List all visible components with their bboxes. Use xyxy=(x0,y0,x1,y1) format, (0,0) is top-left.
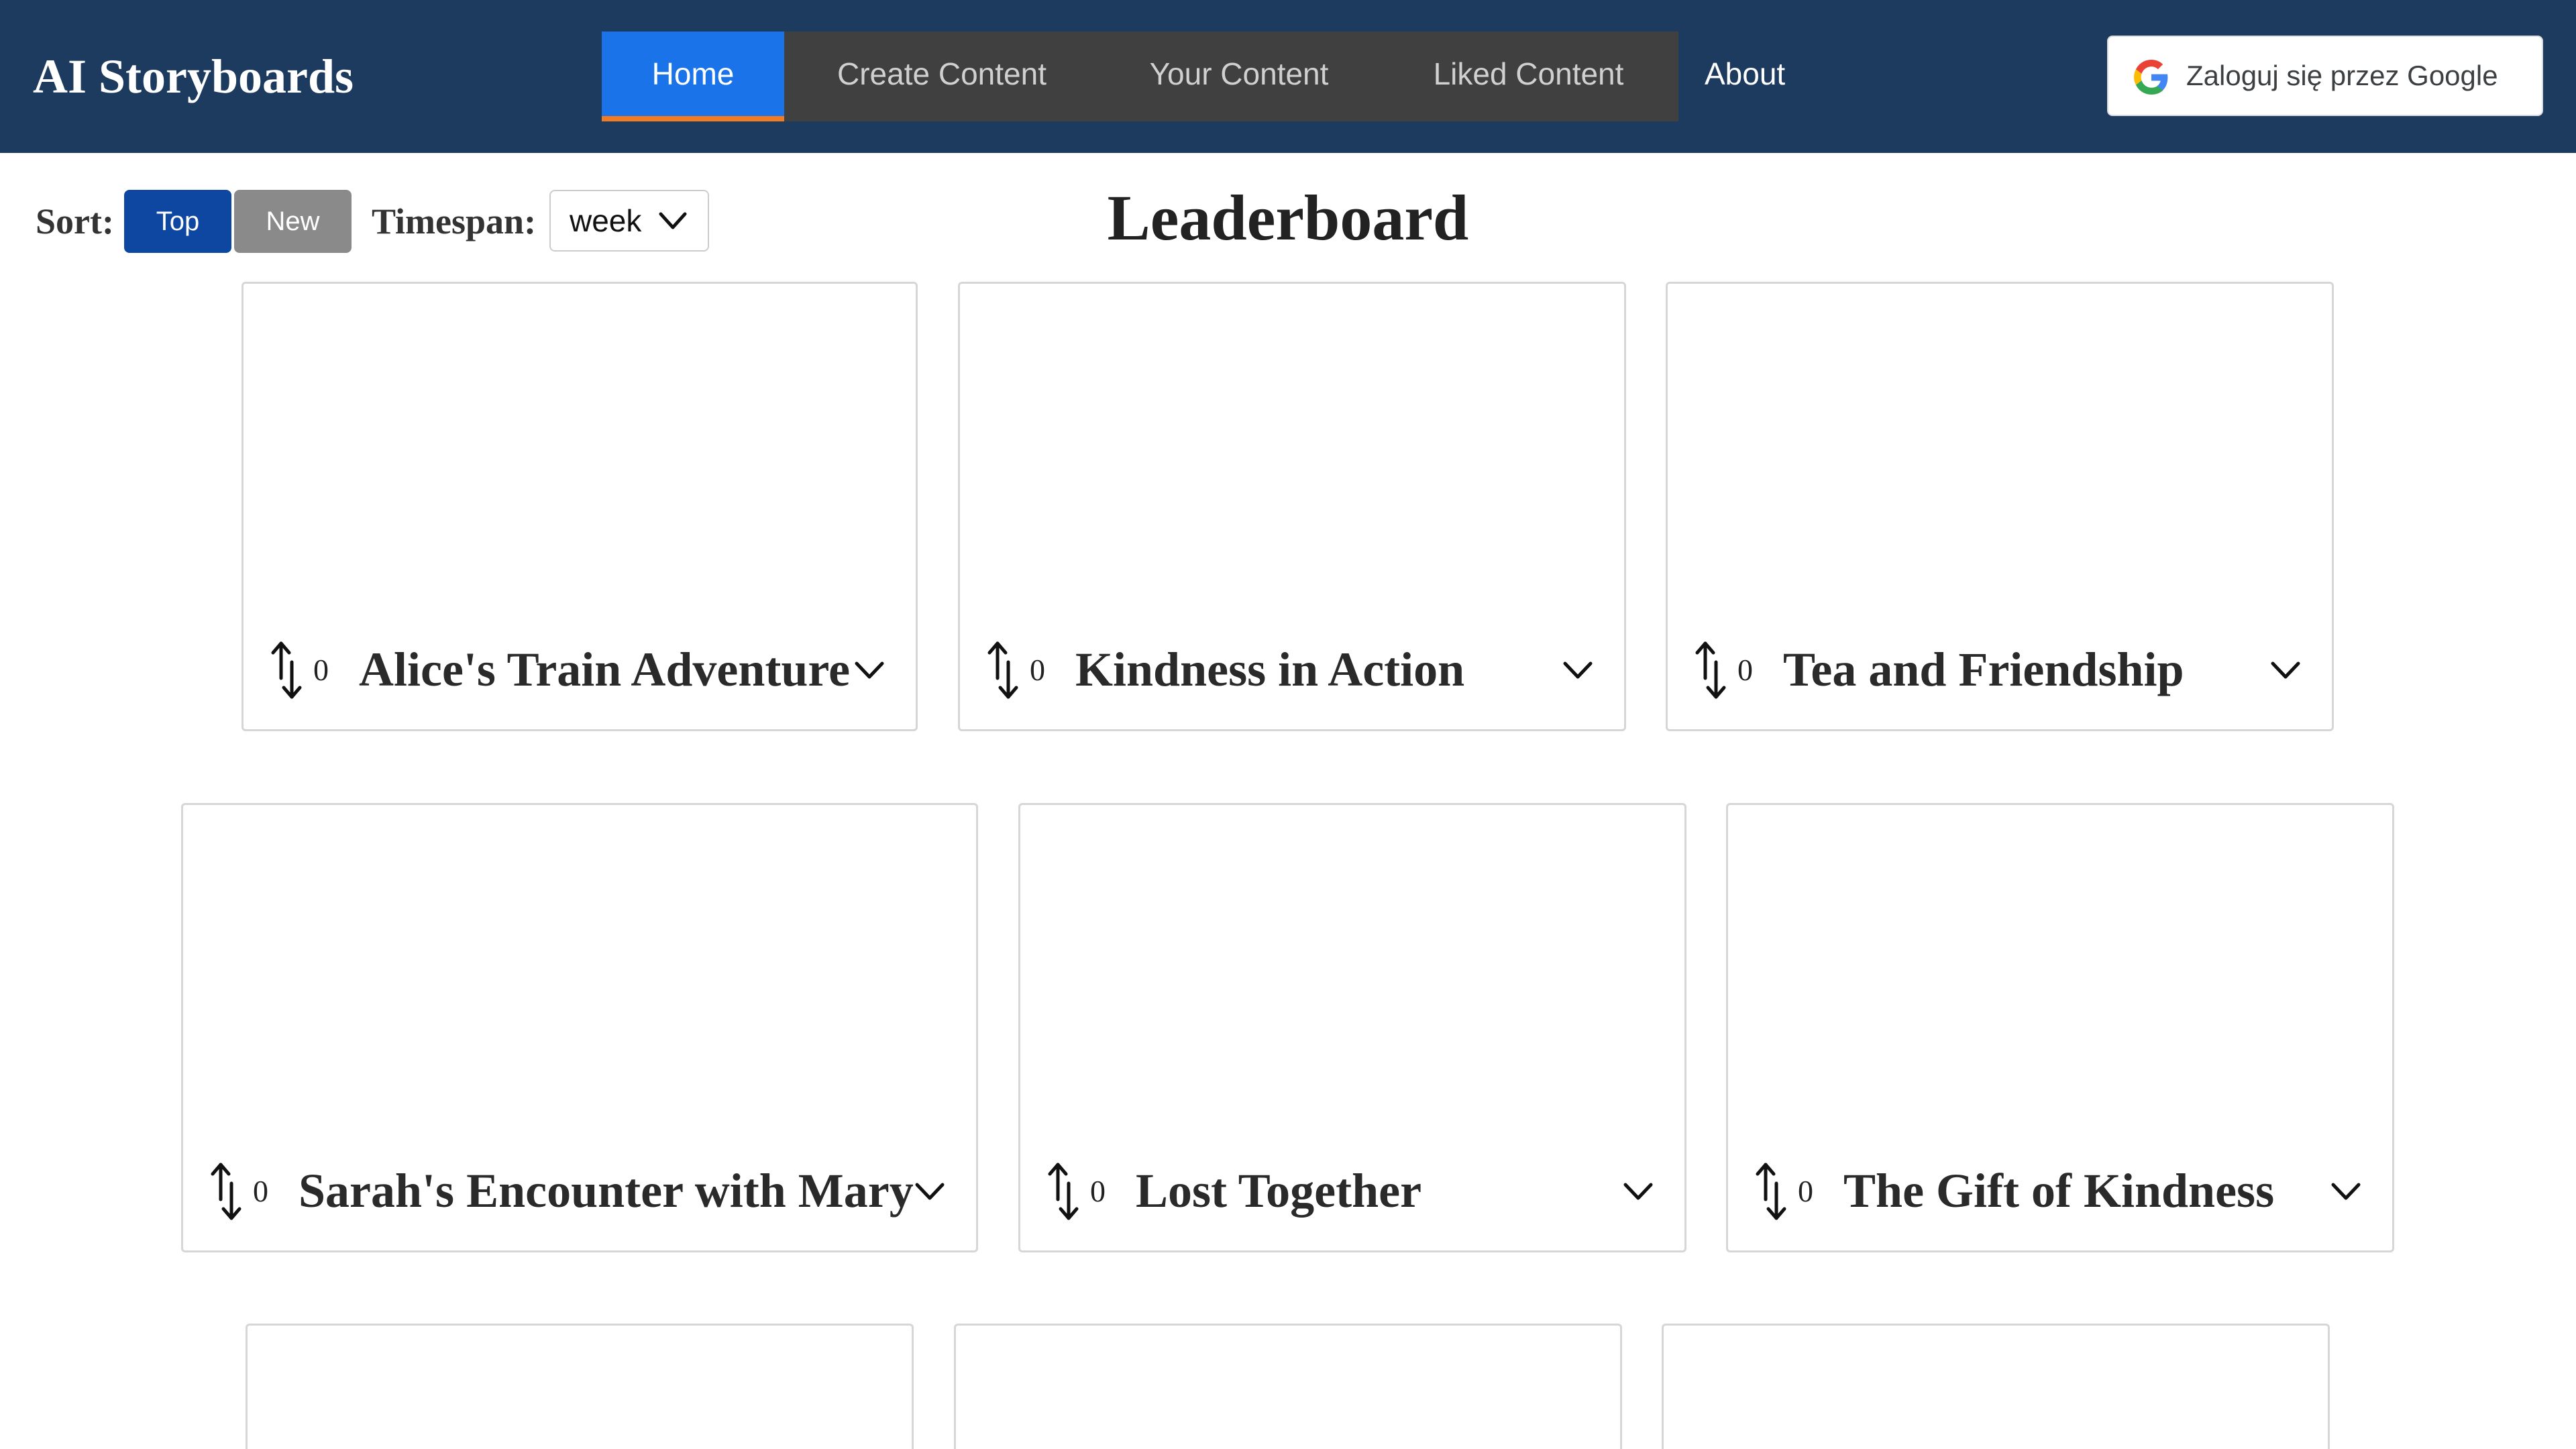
brand-title[interactable]: AI Storyboards xyxy=(33,47,354,106)
nav-liked-content[interactable]: Liked Content xyxy=(1379,32,1678,121)
sort-new-button[interactable]: New xyxy=(234,190,352,253)
story-card[interactable]: 0 Tea and Friendship xyxy=(1666,282,2334,731)
vote-arrows-icon[interactable] xyxy=(1693,638,1728,702)
vote-arrows-icon[interactable] xyxy=(985,638,1020,702)
vote-count: 0 xyxy=(253,1174,268,1208)
vote-arrows-icon[interactable] xyxy=(1046,1159,1081,1224)
card-footer: 0 Alice's Train Adventure xyxy=(244,608,916,729)
sort-label: Sort: xyxy=(36,201,114,241)
vote-count: 0 xyxy=(1737,653,1753,687)
card-footer: 0 Tea and Friendship xyxy=(1668,608,2332,729)
story-card[interactable]: 0 Kindness in Action xyxy=(958,282,1626,731)
vote-arrows-icon[interactable] xyxy=(269,638,304,702)
chevron-down-icon[interactable] xyxy=(2329,1178,2363,1205)
google-signin-label: Zaloguj się przez Google xyxy=(2186,60,2498,91)
sort-top-button[interactable]: Top xyxy=(124,190,231,253)
card-title[interactable]: Sarah's Encounter with Mary xyxy=(299,1161,914,1221)
vote-count: 0 xyxy=(313,653,329,687)
google-signin-button[interactable]: Zaloguj się przez Google xyxy=(2107,36,2543,116)
timespan-select[interactable]: week xyxy=(549,190,709,252)
story-card[interactable] xyxy=(1662,1324,2330,1449)
vote-arrows-icon[interactable] xyxy=(1754,1159,1788,1224)
story-card[interactable]: 0 The Gift of Kindness xyxy=(1726,803,2394,1252)
chevron-down-icon xyxy=(659,212,687,229)
chevron-down-icon[interactable] xyxy=(853,657,886,684)
nav-about[interactable]: About xyxy=(1705,32,1785,121)
nav-home[interactable]: Home xyxy=(602,32,784,121)
card-footer: 0 Sarah's Encounter with Mary xyxy=(183,1130,976,1250)
story-card[interactable] xyxy=(954,1324,1622,1449)
chevron-down-icon[interactable] xyxy=(2269,657,2302,684)
card-title[interactable]: Alice's Train Adventure xyxy=(359,639,850,700)
card-title[interactable]: Lost Together xyxy=(1136,1161,1421,1221)
story-card[interactable]: 0 Alice's Train Adventure xyxy=(241,282,918,731)
card-title[interactable]: Tea and Friendship xyxy=(1783,639,2184,700)
story-card[interactable]: 0 Lost Together xyxy=(1018,803,1686,1252)
card-footer: 0 Kindness in Action xyxy=(960,608,1624,729)
nav-your-content[interactable]: Your Content xyxy=(1099,32,1379,121)
vote-count: 0 xyxy=(1090,1174,1106,1208)
vote-count: 0 xyxy=(1798,1174,1813,1208)
timespan-label: Timespan: xyxy=(372,201,537,241)
story-card[interactable] xyxy=(246,1324,914,1449)
chevron-down-icon[interactable] xyxy=(1621,1178,1655,1205)
top-navbar: AI Storyboards Home Create Content Your … xyxy=(0,0,2576,153)
nav-create-content[interactable]: Create Content xyxy=(784,32,1099,121)
timespan-value: week xyxy=(570,203,642,238)
card-title[interactable]: The Gift of Kindness xyxy=(1843,1161,2274,1221)
card-footer: 0 The Gift of Kindness xyxy=(1728,1130,2392,1250)
google-logo-icon xyxy=(2134,60,2168,95)
main-nav: Home Create Content Your Content Liked C… xyxy=(602,32,1678,121)
vote-arrows-icon[interactable] xyxy=(209,1159,244,1224)
story-card[interactable]: 0 Sarah's Encounter with Mary xyxy=(181,803,978,1252)
vote-count: 0 xyxy=(1030,653,1045,687)
card-title[interactable]: Kindness in Action xyxy=(1075,639,1464,700)
page-title: Leaderboard xyxy=(1107,182,1469,254)
chevron-down-icon[interactable] xyxy=(1561,657,1595,684)
card-footer: 0 Lost Together xyxy=(1020,1130,1684,1250)
chevron-down-icon[interactable] xyxy=(913,1178,947,1205)
